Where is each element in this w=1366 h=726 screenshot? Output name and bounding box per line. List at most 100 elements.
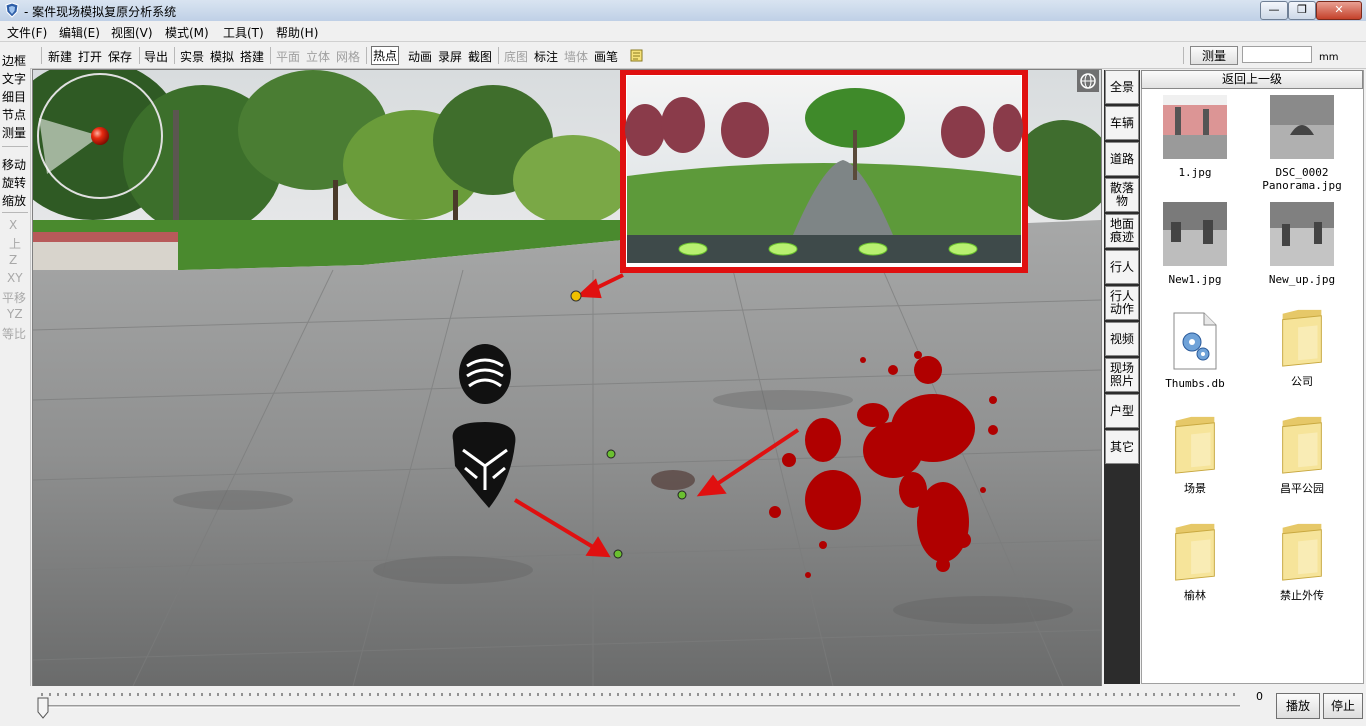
category-scene-photos[interactable]: 现场照片 [1105,358,1139,392]
tool-save[interactable]: 保存 [108,48,132,65]
menu-view[interactable]: 视图(V) [111,24,153,41]
file-item[interactable]: DSC_0002 Panorama.jpg [1257,95,1347,192]
left-toolbar-separator [2,146,28,147]
file-item[interactable]: 榆林 [1150,522,1240,602]
title-bar: - 案件现场模拟复原分析系统 — ❐ ✕ [0,0,1366,22]
toolbar-separator [366,47,367,64]
close-button[interactable]: ✕ [1316,1,1362,20]
menu-mode[interactable]: 模式(M) [165,24,209,41]
maximize-button[interactable]: ❐ [1288,1,1316,20]
category-other[interactable]: 其它 [1105,430,1139,464]
tool-build[interactable]: 搭建 [240,48,264,65]
toolbar-separator [1183,47,1184,64]
category-ground-marks[interactable]: 地面痕迹 [1105,214,1139,248]
file-name: 昌平公园 [1280,482,1324,495]
tool-real-scene[interactable]: 实景 [180,48,204,65]
globe-icon[interactable] [1077,70,1099,92]
tool-hotspot[interactable]: 热点 [371,46,400,65]
file-item[interactable]: 昌平公园 [1257,415,1347,495]
scene-viewport[interactable] [32,69,1102,687]
left-tool-border[interactable]: 边框 [2,52,26,69]
tool-wall[interactable]: 墙体 [564,48,588,65]
file-item[interactable]: 禁止外传 [1257,522,1347,602]
left-tool-pan[interactable]: 平移 [2,289,26,306]
file-name: 榆林 [1184,589,1206,602]
category-debris[interactable]: 散落物 [1105,178,1139,212]
folder-icon [1282,416,1322,474]
note-icon[interactable] [630,49,643,62]
left-tool-uniform[interactable]: 等比 [2,325,26,342]
stop-button[interactable]: 停止 [1323,693,1363,719]
category-pedestrians[interactable]: 行人 [1105,250,1139,284]
scene-render [33,70,1101,686]
tool-annotate[interactable]: 标注 [534,48,558,65]
left-tool-node[interactable]: 节点 [2,106,26,123]
tool-export[interactable]: 导出 [144,48,168,65]
panorama-hotspot-popup[interactable] [620,70,1028,273]
file-name: New_up.jpg [1268,273,1336,286]
folder-icon [1175,523,1215,581]
tool-animation[interactable]: 动画 [408,48,432,65]
menu-file[interactable]: 文件(F) [7,24,47,41]
toolbar-separator [174,47,175,64]
menu-help[interactable]: 帮助(H) [276,24,318,41]
file-name: 禁止外传 [1280,589,1324,602]
folder-icon [1282,309,1322,367]
tool-simulate[interactable]: 模拟 [210,48,234,65]
measure-button[interactable]: 测量 [1190,46,1238,65]
left-tool-axis-z[interactable]: Z [9,253,17,267]
tool-3d[interactable]: 立体 [306,48,330,65]
tool-brush[interactable]: 画笔 [594,48,618,65]
category-pedestrian-actions[interactable]: 行人动作 [1105,286,1139,320]
file-name: New1.jpg [1168,273,1222,286]
file-item[interactable]: Thumbs.db [1150,312,1240,390]
play-button[interactable]: 播放 [1276,693,1320,719]
left-tool-detail[interactable]: 细目 [2,88,26,105]
left-tool-up[interactable]: 上 [9,235,21,252]
left-tool-axis-yz[interactable]: YZ [7,307,23,321]
file-item[interactable]: New_up.jpg [1257,202,1347,286]
left-tool-text[interactable]: 文字 [2,70,26,87]
tool-record-screen[interactable]: 录屏 [438,48,462,65]
file-name: 1.jpg [1178,166,1212,179]
tool-open[interactable]: 打开 [78,48,102,65]
folder-icon [1282,523,1322,581]
menu-edit[interactable]: 编辑(E) [59,24,100,41]
category-videos[interactable]: 视频 [1105,322,1139,356]
planter-wall [33,240,178,270]
back-up-button[interactable]: 返回上一级 [1141,70,1363,89]
left-tool-rotate[interactable]: 旋转 [2,174,26,191]
tool-base-map[interactable]: 底图 [504,48,528,65]
toolbar-separator [498,47,499,64]
category-vehicles[interactable]: 车辆 [1105,106,1139,140]
file-name: DSC_0002 Panorama.jpg [1262,166,1342,192]
menu-tools[interactable]: 工具(T) [223,24,264,41]
toolbar-separator [139,47,140,64]
tool-screenshot[interactable]: 截图 [468,48,492,65]
file-item[interactable]: New1.jpg [1150,202,1240,286]
left-tool-axis-x[interactable]: X [9,218,17,232]
file-item[interactable]: 公司 [1257,308,1347,388]
category-floor-plans[interactable]: 户型 [1105,394,1139,428]
file-item[interactable]: 1.jpg [1150,95,1240,179]
timeline-slider[interactable] [36,688,1246,722]
file-item[interactable]: 场景 [1150,415,1240,495]
left-tool-axis-xy[interactable]: XY [7,271,23,285]
file-name: 场景 [1184,482,1206,495]
main-toolbar: 新建 打开 保存 导出 实景 模拟 搭建 平面 立体 网格 热点 动画 录屏 截… [0,43,1366,69]
tool-grid[interactable]: 网格 [336,48,360,65]
left-tool-scale[interactable]: 缩放 [2,192,26,209]
measure-value-input[interactable] [1242,46,1312,63]
category-panorama[interactable]: 全景 [1105,70,1139,104]
menu-bar: 文件(F) 编辑(E) 视图(V) 模式(M) 工具(T) 帮助(H) [0,21,1366,42]
left-tool-measure[interactable]: 测量 [2,124,26,141]
system-file-gear-icon [1173,312,1217,370]
tool-new[interactable]: 新建 [48,48,72,65]
timeline-value: 0 [1256,690,1263,703]
left-tool-move[interactable]: 移动 [2,156,26,173]
tool-plane[interactable]: 平面 [276,48,300,65]
image-thumbnail-icon [1270,95,1334,159]
category-roads[interactable]: 道路 [1105,142,1139,176]
minimize-button[interactable]: — [1260,1,1288,20]
folder-icon [1175,416,1215,474]
